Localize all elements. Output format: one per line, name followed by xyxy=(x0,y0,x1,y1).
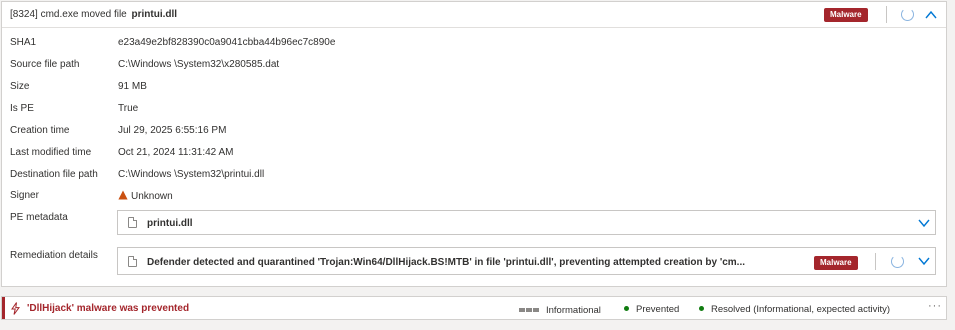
header-divider xyxy=(886,6,887,23)
detail-label: Destination file path xyxy=(10,169,98,180)
detail-value: C:\Windows \System32\x280585.dat xyxy=(118,59,280,70)
remediation-text: Defender detected and quarantined 'Troja… xyxy=(147,257,745,268)
status-resolved-label: Resolved (Informational, expected activi… xyxy=(711,304,890,315)
detail-label: Source file path xyxy=(10,59,80,70)
detail-label: Remediation details xyxy=(10,250,98,261)
status-prevented-label: Prevented xyxy=(636,304,680,315)
status-dot-icon xyxy=(699,306,704,311)
status-prevented: Prevented xyxy=(624,304,679,315)
alert-severity-bar xyxy=(2,297,5,319)
remediation-divider xyxy=(875,253,876,270)
file-icon xyxy=(128,256,137,267)
detail-value: Oct 21, 2024 11:31:42 AM xyxy=(118,147,234,158)
detail-value: e23a49e2bf828390c0a9041cbba44b96ec7c890e xyxy=(118,37,336,48)
severity-label: Informational xyxy=(546,305,601,316)
status-resolved: Resolved (Informational, expected activi… xyxy=(699,304,890,315)
severity-bars-icon xyxy=(519,304,540,315)
chevron-down-icon[interactable] xyxy=(917,216,931,230)
chevron-up-icon[interactable] xyxy=(924,8,938,22)
malware-badge: Malware xyxy=(814,256,858,270)
event-title: [8324] cmd.exe moved file printui.dll xyxy=(10,9,177,20)
severity-indicator: Informational xyxy=(519,304,601,316)
detail-label: Is PE xyxy=(10,103,34,114)
pe-metadata-value: printui.dll xyxy=(147,218,193,229)
detail-value: C:\Windows \System32\printui.dll xyxy=(118,169,265,180)
status-dot-icon xyxy=(624,306,629,311)
event-title-prefix: [8324] cmd.exe moved file xyxy=(10,9,127,20)
remediation-dropdown[interactable]: Defender detected and quarantined 'Troja… xyxy=(117,247,936,275)
loading-spinner-icon xyxy=(901,8,914,21)
more-options-icon[interactable]: ··· xyxy=(928,300,942,312)
alert-footer[interactable]: 'DllHijack' malware was prevented Inform… xyxy=(1,296,947,320)
alert-title[interactable]: 'DllHijack' malware was prevented xyxy=(27,303,189,314)
event-card: [8324] cmd.exe moved file printui.dll Ma… xyxy=(1,1,947,287)
warning-icon xyxy=(118,190,128,200)
detail-label: PE metadata xyxy=(10,212,68,223)
chevron-down-icon[interactable] xyxy=(917,254,931,268)
loading-spinner-icon xyxy=(891,255,904,268)
detail-value: Unknown xyxy=(118,190,173,202)
detail-label: Size xyxy=(10,81,30,92)
pe-metadata-dropdown[interactable]: printui.dll xyxy=(117,210,936,235)
detail-label: Signer xyxy=(10,190,39,201)
event-title-filename: printui.dll xyxy=(131,9,178,20)
detail-label: Last modified time xyxy=(10,147,92,158)
signer-value: Unknown xyxy=(131,191,173,202)
detail-value: 91 MB xyxy=(118,81,147,92)
file-icon xyxy=(128,217,137,228)
detail-label: SHA1 xyxy=(10,37,37,48)
detail-label: Creation time xyxy=(10,125,70,136)
detail-value: Jul 29, 2025 6:55:16 PM xyxy=(118,125,227,136)
detail-value: True xyxy=(118,103,139,114)
malware-badge: Malware xyxy=(824,8,868,22)
lightning-icon xyxy=(11,302,20,315)
event-header[interactable]: [8324] cmd.exe moved file printui.dll Ma… xyxy=(2,2,946,28)
